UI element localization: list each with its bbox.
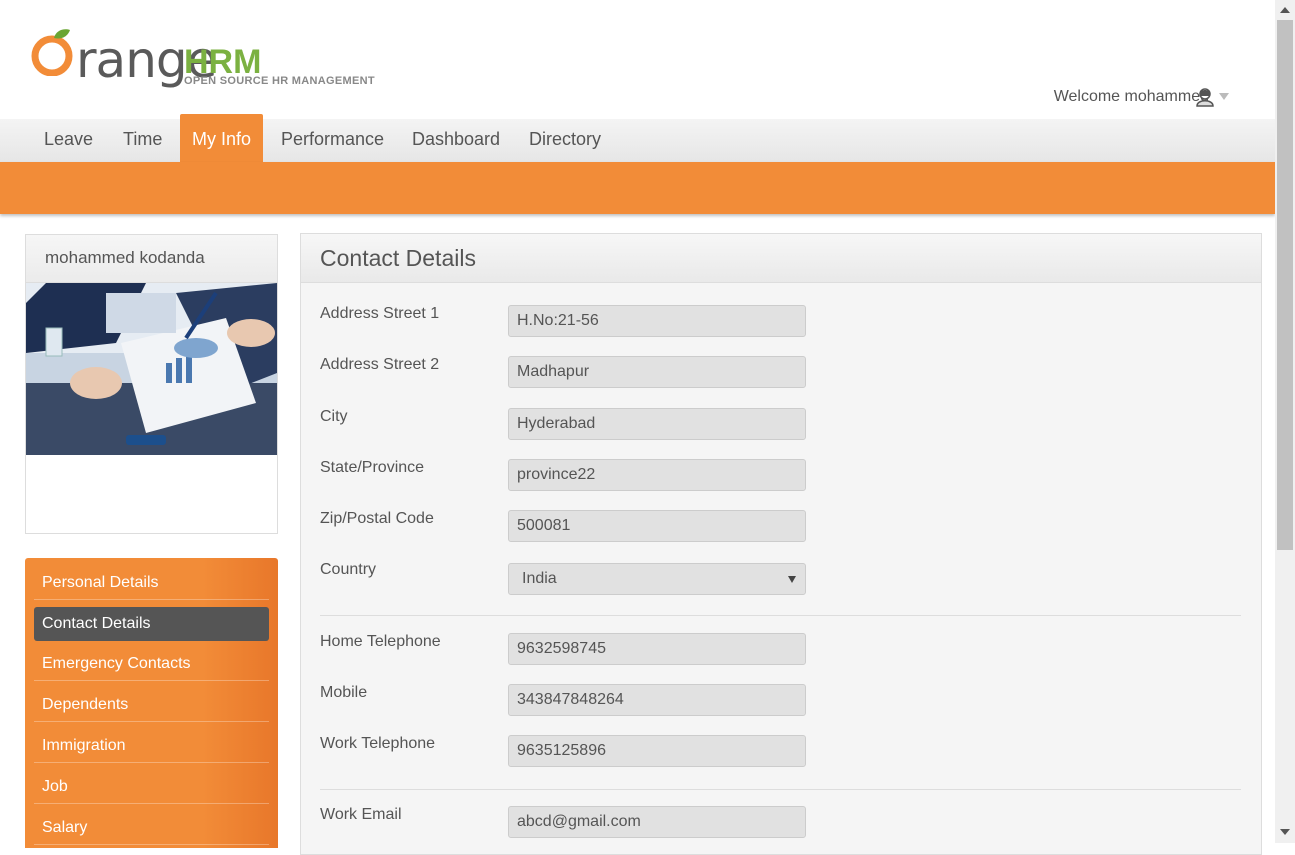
- country-label: Country: [320, 561, 377, 578]
- nav-leave[interactable]: Leave: [32, 119, 105, 162]
- header: range HRM OPEN SOURCE HR MANAGEMENT Welc…: [0, 0, 1275, 119]
- state-field[interactable]: province22: [508, 459, 806, 491]
- home-telephone-field[interactable]: 9632598745: [508, 633, 806, 665]
- side-item-dependents[interactable]: Dependents: [34, 688, 269, 722]
- side-item-contact-details[interactable]: Contact Details: [34, 607, 269, 641]
- zip-label: Zip/Postal Code: [320, 510, 434, 527]
- side-item-immigration[interactable]: Immigration: [34, 729, 269, 763]
- side-item-job[interactable]: Job: [34, 770, 269, 804]
- main-nav: Leave Time My Info Performance Dashboard…: [0, 114, 1275, 163]
- section-divider: [320, 789, 1241, 790]
- profile-name: mohammed kodanda: [26, 235, 277, 283]
- side-menu: Personal Details Contact Details Emergen…: [25, 558, 278, 848]
- address2-field[interactable]: Madhapur: [508, 356, 806, 388]
- page-title: Contact Details: [301, 234, 1261, 283]
- orange-logo-icon: [31, 29, 73, 76]
- zip-field[interactable]: 500081: [508, 510, 806, 542]
- scroll-thumb[interactable]: [1277, 20, 1293, 550]
- scroll-down-icon[interactable]: [1280, 829, 1290, 835]
- vertical-scrollbar[interactable]: [1275, 0, 1295, 843]
- country-select[interactable]: India: [508, 563, 806, 595]
- home-telephone-label: Home Telephone: [320, 633, 441, 650]
- nav-dashboard[interactable]: Dashboard: [400, 119, 512, 162]
- chevron-down-icon[interactable]: [1219, 93, 1229, 100]
- welcome-link[interactable]: Welcome mohammed: [1054, 88, 1209, 106]
- logo-subtitle: OPEN SOURCE HR MANAGEMENT: [184, 75, 375, 87]
- business-photo-image: [26, 283, 277, 455]
- side-item-personal-details[interactable]: Personal Details: [34, 566, 269, 600]
- section-divider: [320, 615, 1241, 616]
- mobile-field[interactable]: 343847848264: [508, 684, 806, 716]
- address2-label: Address Street 2: [320, 356, 440, 373]
- work-email-label: Work Email: [320, 806, 402, 823]
- side-item-salary[interactable]: Salary: [34, 811, 269, 845]
- country-value: India: [522, 570, 557, 587]
- city-field[interactable]: Hyderabad: [508, 408, 806, 440]
- address1-field[interactable]: H.No:21-56: [508, 305, 806, 337]
- scroll-up-icon[interactable]: [1280, 7, 1290, 13]
- nav-time[interactable]: Time: [111, 119, 174, 162]
- nav-my-info[interactable]: My Info: [180, 114, 264, 162]
- work-email-field[interactable]: abcd@gmail.com: [508, 806, 806, 838]
- mobile-label: Mobile: [320, 684, 368, 701]
- work-telephone-field[interactable]: 9635125896: [508, 735, 806, 767]
- sub-nav-bar: [0, 162, 1275, 214]
- profile-card: mohammed kodanda: [25, 234, 278, 534]
- city-label: City: [320, 408, 348, 425]
- address1-label: Address Street 1: [320, 305, 440, 322]
- nav-performance[interactable]: Performance: [269, 119, 396, 162]
- dropdown-arrow-icon: [788, 576, 796, 583]
- nav-directory[interactable]: Directory: [517, 119, 613, 162]
- user-icon[interactable]: [1195, 87, 1215, 107]
- state-label: State/Province: [320, 459, 425, 476]
- profile-photo[interactable]: [26, 283, 277, 455]
- work-telephone-label: Work Telephone: [320, 735, 436, 752]
- orangehrm-logo[interactable]: range HRM OPEN SOURCE HR MANAGEMENT: [28, 16, 388, 96]
- contact-details-panel: Contact Details Address Street 1 H.No:21…: [300, 233, 1262, 855]
- side-item-emergency-contacts[interactable]: Emergency Contacts: [34, 647, 269, 681]
